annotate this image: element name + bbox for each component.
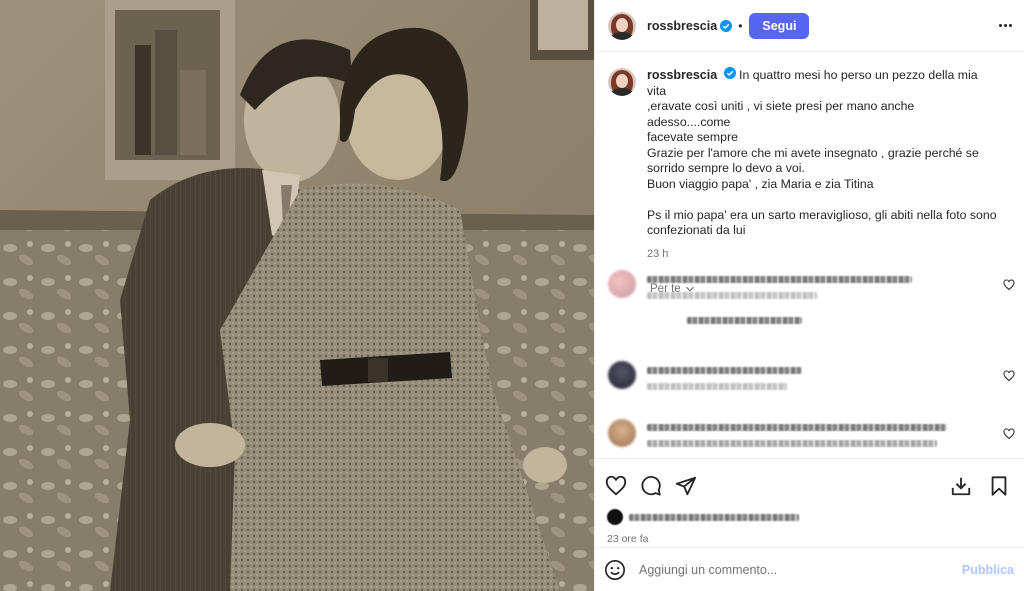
likes-summary[interactable] <box>595 503 1024 525</box>
share-icon[interactable] <box>673 473 699 499</box>
comment-icon[interactable] <box>638 473 664 499</box>
verified-badge-icon <box>723 67 736 79</box>
caption-username[interactable]: rossbrescia <box>647 68 717 82</box>
comment-item <box>608 270 1015 333</box>
caption-line: Grazie per l'amore che mi avete insegnat… <box>647 145 979 160</box>
heart-icon[interactable] <box>1003 428 1015 440</box>
more-options-icon[interactable] <box>999 24 1012 27</box>
caption-line: facevate sempre <box>647 130 738 144</box>
bookmark-icon[interactable] <box>986 473 1012 499</box>
author-avatar[interactable] <box>608 11 636 40</box>
caption-time[interactable]: 23 h <box>647 247 997 263</box>
caption-line: confezionati da lui <box>647 223 746 237</box>
caption-line: Buon viaggio papa' , zia Maria e zia Tit… <box>647 176 874 191</box>
commenter-avatar[interactable] <box>608 361 636 389</box>
publish-button[interactable]: Pubblica <box>962 563 1014 577</box>
caption-line: sorrido sempre lo devo a voi. <box>647 161 805 175</box>
follow-button[interactable]: Segui <box>749 12 810 39</box>
author-username[interactable]: rossbrescia <box>647 19 717 33</box>
heart-icon[interactable] <box>1003 370 1015 382</box>
comment-item <box>608 361 1015 399</box>
comment-item <box>608 419 1015 456</box>
download-icon[interactable] <box>948 473 974 499</box>
caption-avatar[interactable] <box>608 68 636 96</box>
separator-dot: • <box>738 18 743 33</box>
post-header: rossbrescia • Segui <box>595 0 1024 52</box>
heart-icon[interactable] <box>1003 279 1015 291</box>
caption-body: rossbrescia In quattro mesi ho perso un … <box>647 67 997 262</box>
caption-line: ,eravate così uniti , vi siete presi per… <box>647 99 915 129</box>
liker-avatar <box>607 509 623 525</box>
emoji-icon[interactable] <box>604 559 626 581</box>
caption-line: Ps il mio papa' era un sarto meraviglios… <box>647 207 997 222</box>
comment-input[interactable] <box>639 562 962 577</box>
post-actions: 23 ore fa <box>595 458 1024 548</box>
post-photo[interactable] <box>0 0 594 591</box>
vintage-photo <box>0 0 594 591</box>
commenter-avatar[interactable] <box>608 270 636 298</box>
posted-ago[interactable]: 23 ore fa <box>595 525 1024 545</box>
heart-icon[interactable] <box>603 473 629 499</box>
post-side-panel: rossbrescia • Segui rossbrescia In quatt… <box>594 0 1024 591</box>
post-caption: rossbrescia In quattro mesi ho perso un … <box>595 52 1024 262</box>
commenter-avatar[interactable] <box>608 419 636 447</box>
verified-badge-icon <box>720 19 733 32</box>
comment-bar: Pubblica <box>595 547 1024 591</box>
